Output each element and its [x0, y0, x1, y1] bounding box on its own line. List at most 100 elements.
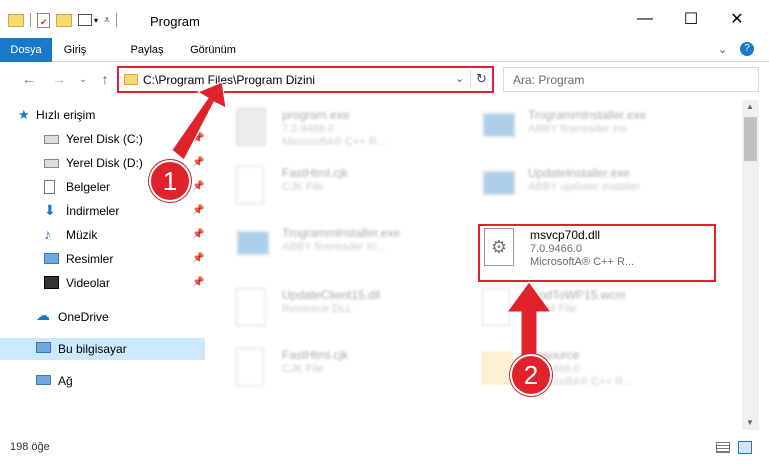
- scrollbar-thumb[interactable]: [744, 117, 757, 161]
- maximize-button[interactable]: ☐: [668, 0, 714, 38]
- scroll-down-icon[interactable]: ▼: [746, 418, 754, 427]
- sidebar-item-label: İndirmeler: [66, 204, 120, 218]
- view-options-icon[interactable]: [78, 14, 92, 26]
- blank-file-icon: [236, 166, 264, 204]
- list-item[interactable]: program.exe 7.0.9466.0 MicrosoftA® C++ R…: [236, 104, 466, 150]
- drive-icon: [44, 135, 59, 144]
- file-name: Trogrammlnstaller.exe: [282, 226, 401, 240]
- details-view-icon[interactable]: [716, 442, 730, 453]
- sidebar-item-label: Videolar: [66, 276, 110, 290]
- list-item[interactable]: FastHtml.cjk CJK File: [236, 162, 466, 208]
- list-item[interactable]: Updatelnstaller.exe ABBY updatec install…: [482, 162, 712, 208]
- list-item[interactable]: Trogrammlnstaller.exe ABBY finereader in…: [482, 104, 712, 150]
- title-bar: ✔ ▾ ⩡ Program — ☐ ✕: [0, 0, 769, 38]
- tab-share[interactable]: Paylaş: [122, 38, 172, 62]
- file-detail: Resource DLL: [282, 303, 353, 315]
- ribbon-tabs: Dosya Giriş Paylaş Görünüm ⌄ ?: [0, 38, 769, 62]
- expand-ribbon-icon[interactable]: ⌄: [718, 43, 727, 56]
- sidebar-item-local-disk-c[interactable]: Yerel Disk (C:) 📌: [0, 128, 205, 150]
- download-icon: ⬇: [44, 202, 56, 218]
- sidebar-item-videos[interactable]: Videolar 📌: [0, 272, 205, 294]
- network-icon: [36, 375, 51, 385]
- folder-icon[interactable]: [8, 13, 24, 27]
- computer-icon: [36, 342, 51, 353]
- file-detail: ABBY updatec installer: [528, 181, 641, 193]
- list-item[interactable]: UpdateClient15.dll Resource DLL: [236, 284, 466, 330]
- blank-file-icon: [482, 288, 510, 326]
- pin-icon[interactable]: 📌: [192, 157, 204, 168]
- cloud-icon: ☁: [36, 307, 50, 323]
- separator: [30, 13, 31, 27]
- search-box[interactable]: Ara: Program: [503, 67, 759, 92]
- blank-file-icon: [236, 348, 264, 386]
- sidebar-item-label: Müzik: [66, 228, 98, 242]
- sidebar-item-label: Ağ: [58, 374, 73, 388]
- help-icon[interactable]: ?: [740, 42, 754, 56]
- sidebar-item-downloads[interactable]: ⬇ İndirmeler 📌: [0, 200, 205, 222]
- new-folder-icon[interactable]: [56, 13, 72, 27]
- navigation-pane: ★ Hızlı erişim Yerel Disk (C:) 📌 Yerel D…: [0, 100, 210, 430]
- window-title: Program: [150, 14, 200, 29]
- star-icon: ★: [18, 107, 30, 122]
- sidebar-item-label: Yerel Disk (D:): [66, 156, 143, 170]
- installer-icon: [236, 230, 270, 256]
- back-arrow-icon[interactable]: ←: [20, 70, 38, 88]
- sidebar-item-quick-access[interactable]: ★ Hızlı erişim: [0, 104, 205, 126]
- file-name: Updatelnstaller.exe: [528, 166, 631, 180]
- file-detail: WCM File: [528, 303, 577, 315]
- tab-file[interactable]: Dosya: [0, 38, 52, 62]
- properties-icon[interactable]: ✔: [37, 12, 50, 28]
- search-input[interactable]: Ara: Program: [513, 73, 584, 87]
- list-item[interactable]: BindToWP15.wcm WCM File: [482, 284, 712, 330]
- pin-icon[interactable]: 📌: [192, 181, 204, 192]
- file-detail: CJK File: [282, 363, 324, 375]
- sidebar-item-label: Yerel Disk (C:): [66, 132, 143, 146]
- chevron-down-icon[interactable]: ▾: [94, 16, 98, 25]
- pin-icon[interactable]: 📌: [192, 277, 204, 288]
- exe-icon: [236, 108, 266, 146]
- file-highlight: [478, 224, 716, 282]
- sidebar-item-label: Resimler: [66, 252, 114, 266]
- up-arrow-icon[interactable]: ↑: [96, 70, 114, 88]
- list-item[interactable]: FastHtml.cjk CJK File: [236, 344, 466, 390]
- sidebar-item-pictures[interactable]: Resimler 📌: [0, 248, 205, 270]
- scroll-up-icon[interactable]: ▲: [746, 102, 754, 111]
- tab-home[interactable]: Giriş: [52, 38, 98, 62]
- item-count: 198 öğe: [10, 441, 50, 453]
- sidebar-item-network[interactable]: Ağ: [0, 370, 205, 392]
- sidebar-item-this-pc[interactable]: Bu bilgisayar: [0, 338, 205, 360]
- step-badge-1: 1: [149, 160, 191, 202]
- recent-locations-icon[interactable]: ⌄: [74, 70, 92, 88]
- file-detail: ABBY finereader ins: [528, 123, 627, 135]
- list-item[interactable]: Trogrammlnstaller.exe ABBY finereader tr…: [236, 222, 466, 268]
- drive-icon: [44, 159, 59, 168]
- file-name: UpdateClient15.dll: [282, 288, 381, 302]
- file-name: BindToWP15.wcm: [528, 288, 626, 302]
- large-icons-view-icon[interactable]: [738, 441, 752, 454]
- sidebar-item-music[interactable]: ♪ Müzik 📌: [0, 224, 205, 246]
- close-button[interactable]: ✕: [714, 0, 760, 38]
- installer-icon: [482, 170, 516, 196]
- pin-icon[interactable]: 📌: [192, 253, 204, 264]
- music-icon: ♪: [44, 226, 51, 242]
- video-icon: [44, 276, 59, 289]
- file-detail: CJK File: [282, 181, 324, 193]
- sidebar-item-label: OneDrive: [58, 310, 109, 324]
- sidebar-item-label: Belgeler: [66, 180, 111, 194]
- quick-access-toolbar: ✔ ▾ ⩡: [8, 10, 117, 30]
- file-name: FastHtml.cjk: [282, 348, 348, 362]
- customize-toolbar-icon[interactable]: ⩡: [104, 15, 110, 26]
- file-detail: 7.0.9466.0: [282, 123, 334, 135]
- sidebar-item-onedrive[interactable]: ☁ OneDrive: [0, 306, 205, 328]
- tab-view[interactable]: Görünüm: [182, 38, 244, 62]
- separator: [115, 13, 117, 27]
- pin-icon[interactable]: 📌: [192, 205, 204, 216]
- folder-icon: [482, 352, 512, 384]
- forward-arrow-icon[interactable]: →: [50, 70, 68, 88]
- pin-icon[interactable]: 📌: [192, 133, 204, 144]
- minimize-button[interactable]: —: [622, 0, 668, 38]
- file-detail: ABBY finereader tri...: [282, 241, 386, 253]
- vertical-scrollbar[interactable]: ▲ ▼: [742, 100, 759, 430]
- document-icon: [44, 180, 55, 194]
- pin-icon[interactable]: 📌: [192, 229, 204, 240]
